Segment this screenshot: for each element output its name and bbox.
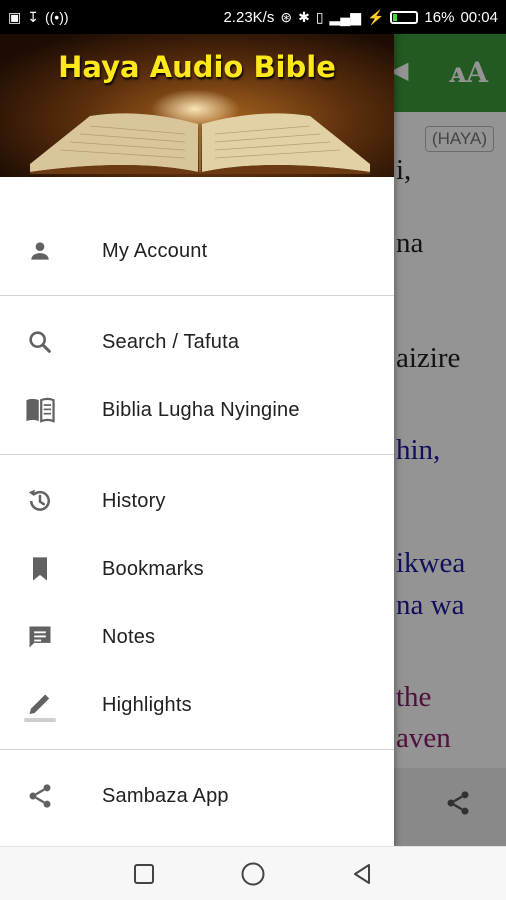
menu-item-label: Notes	[102, 625, 156, 648]
home-button[interactable]	[233, 854, 273, 894]
drawer-menu: My Account Search / Tafuta Biblia Lugha Ny…	[0, 177, 394, 840]
menu-item-notes[interactable]: Notes	[0, 603, 394, 671]
menu-item-highlights[interactable]: Highlights	[0, 671, 394, 739]
menu-item-my-account[interactable]: My Account	[0, 217, 394, 285]
menu-item-label: Biblia Lugha Nyingine	[102, 398, 300, 421]
menu-item-biblia-lugha-nyingine[interactable]: Biblia Lugha Nyingine	[0, 376, 394, 444]
menu-item-label: History	[102, 489, 166, 512]
menu-item-label: My Account	[102, 239, 208, 262]
drawer-header: Haya Audio Bible	[0, 34, 394, 177]
notes-icon	[22, 619, 58, 655]
status-bar: ▣ ↧ ((•)) 2.23K/s ⊛ ✱ ▯ ▂▄▆ ⚡ 16% 00:04	[0, 0, 506, 34]
download-icon: ↧	[27, 9, 39, 25]
highlighter-icon	[22, 687, 58, 723]
person-icon	[22, 233, 58, 269]
screenshot-icon: ▣	[8, 9, 22, 25]
vibrate-icon: ▯	[315, 9, 324, 25]
sync-icon: ⊛	[280, 9, 293, 25]
bluetooth-icon: ✱	[298, 9, 310, 25]
menu-item-label: Highlights	[102, 693, 192, 716]
menu-item-label: Sambaza App	[102, 784, 229, 807]
back-triangle-icon	[353, 863, 370, 884]
system-nav-bar	[0, 846, 506, 900]
clock: 00:04	[460, 8, 498, 26]
square-icon	[134, 863, 155, 884]
menu-item-label: Bookmarks	[102, 557, 204, 580]
back-button[interactable]	[342, 854, 382, 894]
menu-group: Sambaza App	[0, 750, 394, 840]
charging-icon: ⚡	[366, 9, 385, 25]
battery-percent: 16%	[424, 8, 455, 26]
battery-icon	[390, 10, 419, 24]
menu-item-label: Search / Tafuta	[102, 330, 240, 353]
app-title: Haya Audio Bible	[58, 50, 336, 84]
history-icon	[22, 483, 58, 519]
share-icon	[22, 778, 58, 814]
recents-button[interactable]	[124, 854, 164, 894]
open-bible-image	[30, 113, 370, 174]
menu-group: My Account	[0, 217, 394, 296]
navigation-drawer: Haya Audio Bible My Account Search / Tafu…	[0, 34, 394, 846]
search-icon	[22, 324, 58, 360]
menu-item-bookmarks[interactable]: Bookmarks	[0, 535, 394, 603]
book-open-icon	[22, 392, 58, 428]
menu-item-sambaza-app[interactable]: Sambaza App	[0, 762, 394, 830]
network-speed: 2.23K/s	[223, 8, 275, 26]
bookmark-icon	[22, 551, 58, 587]
signal-icon: ▂▄▆	[329, 9, 361, 25]
menu-item-search-tafuta[interactable]: Search / Tafuta	[0, 308, 394, 376]
hotspot-icon: ((•))	[44, 9, 69, 25]
circle-icon	[241, 862, 265, 885]
menu-group: Search / Tafuta Biblia Lugha Nyingine	[0, 296, 394, 455]
menu-group: History Bookmarks Notes Highlights	[0, 455, 394, 750]
menu-item-history[interactable]: History	[0, 467, 394, 535]
